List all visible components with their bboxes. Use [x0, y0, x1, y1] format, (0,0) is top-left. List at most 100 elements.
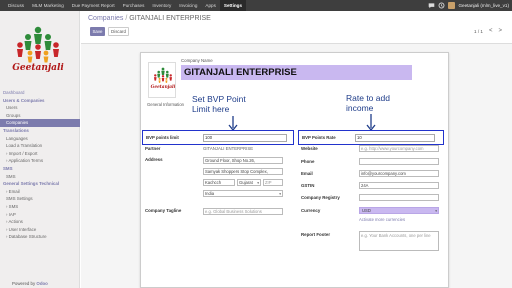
logo-text: Geetanjali	[150, 85, 176, 90]
sidebar-item-user-interface[interactable]: › User Interface	[0, 226, 80, 234]
sidebar-item-application-terms[interactable]: › Application Terms	[0, 157, 80, 165]
currency-label: Currency	[301, 208, 321, 213]
sidebar-item-sms-tech[interactable]: › SMS	[0, 203, 80, 211]
sidebar-nav: Dashboard Users & Companies Users Groups…	[0, 89, 80, 241]
menu-due-payment-report[interactable]: Due Payment Report	[68, 0, 119, 11]
street-input[interactable]: Ground Floor, Shop No.26,	[203, 157, 283, 164]
sidebar-item-iap[interactable]: › IAP	[0, 211, 80, 219]
city-input[interactable]: Kachcch	[203, 179, 235, 186]
company-registry-label: Company Registry	[301, 195, 340, 200]
logo-people-icon	[154, 67, 172, 83]
chevron-down-icon: ▾	[279, 192, 281, 196]
phone-input[interactable]	[359, 158, 439, 165]
breadcrumb-current: GITANJALI ENTERPRISE	[129, 15, 211, 22]
sidebar-item-import-export[interactable]: › Import / Export	[0, 150, 80, 158]
company-registry-input[interactable]	[359, 194, 439, 201]
sidebar-section-translations: Translations	[3, 127, 29, 133]
pager-previous-button[interactable]: <	[489, 28, 493, 34]
powered-by: Powered by Odoo	[12, 281, 48, 286]
phone-label: Phone	[301, 159, 315, 164]
country-value: India	[205, 191, 215, 196]
menu-purchases[interactable]: Purchases	[119, 0, 149, 11]
logo-text: Geetanjali	[12, 63, 64, 73]
state-select[interactable]: Gujarat ▾	[237, 179, 261, 186]
annotation-bvp-rate: Rate to add income	[346, 93, 390, 113]
pager-value: 1 / 1	[474, 28, 483, 34]
bvp-rate-input[interactable]: 10	[355, 133, 435, 142]
sidebar: Geetanjali Dashboard Users & Companies U…	[0, 11, 80, 288]
control-panel: Companies / GITANJALI ENTERPRISE Save Di…	[81, 11, 512, 44]
discard-button[interactable]: Discard	[108, 27, 129, 36]
report-footer-label: Report Footer	[301, 232, 331, 237]
logo-people-icon	[17, 26, 59, 63]
email-input[interactable]: info@yourcompany.com	[359, 170, 439, 177]
sidebar-item-database-structure[interactable]: › Database Structure	[0, 233, 80, 241]
sidebar-item-email[interactable]: › Email	[0, 188, 80, 196]
powered-by-label: Powered by	[12, 281, 37, 286]
website-label: Website	[301, 146, 318, 151]
country-select[interactable]: India ▾	[203, 190, 283, 197]
sidebar-section-sms: SMS	[3, 165, 13, 171]
company-name-input[interactable]: GITANJALI ENTERPRISE	[181, 65, 412, 80]
partner-value[interactable]: GITANJALI ENTERPRISE	[203, 146, 253, 151]
website-input[interactable]: e.g. http://www.yourcompany.com	[359, 145, 439, 152]
breadcrumb: Companies / GITANJALI ENTERPRISE	[88, 15, 211, 22]
chat-icon[interactable]	[428, 2, 435, 9]
menu-mlm-marketing[interactable]: MLM Marketing	[28, 0, 68, 11]
partner-label: Partner	[145, 146, 161, 151]
sidebar-item-groups[interactable]: Groups	[0, 112, 80, 120]
bvp-limit-input[interactable]: 100	[203, 133, 287, 142]
currency-select[interactable]: USD ▾	[359, 207, 439, 214]
sidebar-item-sms-settings[interactable]: SMS Settings	[0, 195, 80, 203]
menu-apps[interactable]: Apps	[201, 0, 219, 11]
activate-currencies-link[interactable]: Activate more currencies	[359, 217, 405, 222]
annotation-bvp-limit: Set BVP Point Limit here	[192, 94, 246, 114]
company-tagline-input[interactable]: e.g. Global Business Solutions	[203, 208, 283, 215]
save-button[interactable]: Save	[90, 27, 105, 36]
company-logo: Geetanjali	[10, 23, 66, 85]
top-navbar: Discuss MLM Marketing Due Payment Report…	[0, 0, 512, 11]
zip-input[interactable]: ZIP	[263, 179, 283, 186]
menu-invoicing[interactable]: Invoicing	[175, 0, 201, 11]
chevron-down-icon: ▾	[435, 209, 437, 213]
sidebar-item-sms[interactable]: SMS	[0, 173, 80, 181]
street2-input[interactable]: Samyak Shoppers Stop Complex,	[203, 168, 283, 175]
menu-discuss[interactable]: Discuss	[4, 0, 28, 11]
report-footer-textarea[interactable]: e.g. Your Bank Accounts, one per line	[359, 231, 439, 251]
sidebar-item-dashboard[interactable]: Dashboard	[0, 89, 80, 97]
odoo-link[interactable]: Odoo	[36, 281, 47, 286]
main-content: Companies / GITANJALI ENTERPRISE Save Di…	[81, 11, 512, 288]
avatar[interactable]	[448, 2, 456, 9]
company-form-sheet: Geetanjali Company Name GITANJALI ENTERP…	[140, 52, 449, 288]
pager-next-button[interactable]: >	[498, 28, 502, 34]
address-label: Address	[145, 157, 163, 162]
sidebar-section-general-settings-technical: General Settings Technical	[3, 181, 60, 187]
bvp-rate-label: BVP Points Rate	[302, 135, 336, 140]
tab-general-information[interactable]: General Information	[147, 102, 184, 107]
bvp-limit-highlight: BVP points limit 100	[142, 130, 294, 145]
company-tagline-label: Company Tagline	[145, 208, 182, 213]
sidebar-item-companies[interactable]: Companies	[0, 119, 80, 127]
bvp-rate-highlight: BVP Points Rate 10	[298, 130, 444, 145]
currency-value: USD	[362, 208, 371, 213]
company-name-label: Company Name	[181, 58, 213, 63]
state-value: Gujarat	[239, 180, 253, 185]
menu-settings[interactable]: Settings	[219, 0, 247, 11]
chevron-down-icon: ▾	[257, 181, 259, 185]
sidebar-section-users-companies: Users & Companies	[3, 97, 45, 103]
top-menu: Discuss MLM Marketing Due Payment Report…	[0, 0, 247, 11]
gstin-input[interactable]: 24A	[359, 182, 439, 189]
user-area: Geetanjali (mlm_live_v1)	[428, 0, 512, 11]
breadcrumb-companies[interactable]: Companies	[88, 15, 123, 22]
sidebar-item-load-translation[interactable]: Load a Translation	[0, 142, 80, 150]
company-logo-field[interactable]: Geetanjali	[148, 62, 176, 98]
user-menu[interactable]: Geetanjali (mlm_live_v1)	[458, 3, 509, 8]
menu-inventory[interactable]: Inventory	[148, 0, 175, 11]
sidebar-item-actions[interactable]: › Actions	[0, 218, 80, 226]
email-label: Email	[301, 171, 313, 176]
sidebar-item-users[interactable]: Users	[0, 104, 80, 112]
sidebar-item-languages[interactable]: Languages	[0, 135, 80, 143]
pager: 1 / 1 < >	[474, 28, 502, 34]
activity-clock-icon[interactable]	[438, 2, 445, 9]
annotation-bvp-limit-text: Set BVP Point Limit here	[192, 94, 246, 114]
